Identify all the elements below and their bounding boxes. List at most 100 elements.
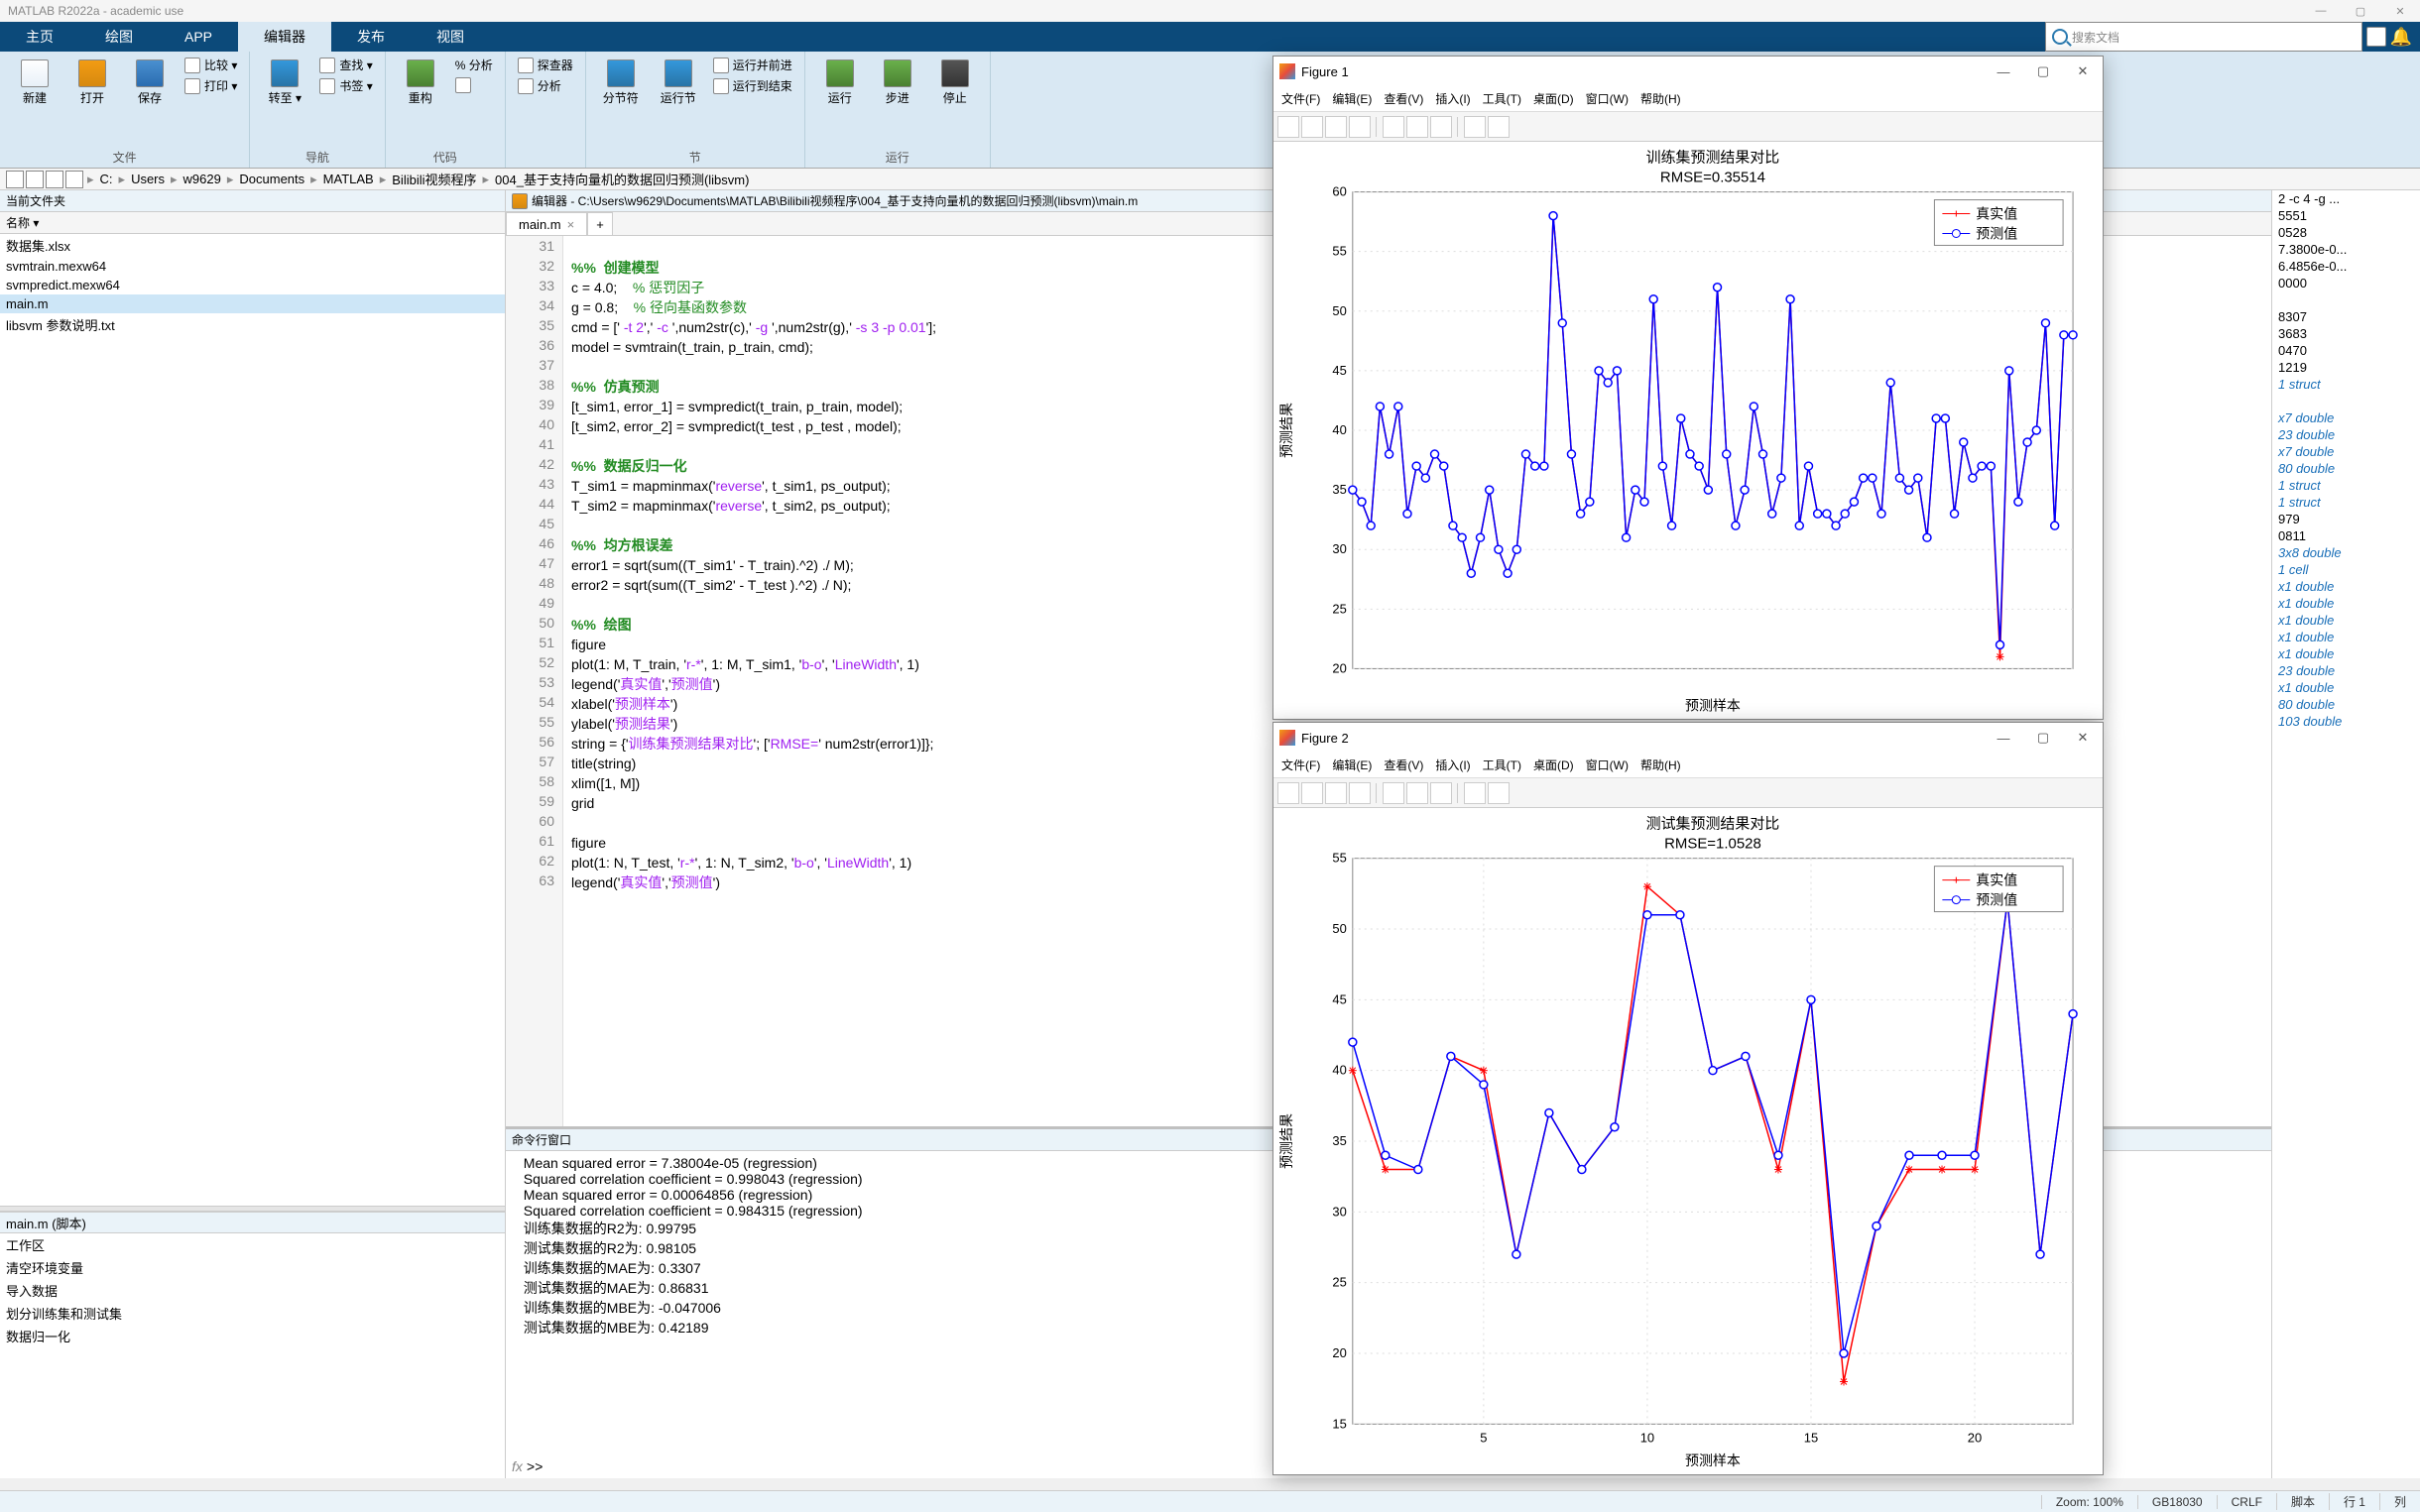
fig1-menu-file[interactable]: 文件(F)	[1281, 90, 1320, 107]
fig1-menu-view[interactable]: 查看(V)	[1384, 90, 1423, 107]
fig1-pointer-icon[interactable]	[1464, 116, 1486, 138]
fig1-close[interactable]: ✕	[2063, 57, 2103, 86]
fig1-menu-help[interactable]: 帮助(H)	[1640, 90, 1681, 107]
file-item-svmtrain[interactable]: svmtrain.mexw64	[0, 257, 505, 276]
fig1-edit-icon[interactable]	[1488, 116, 1510, 138]
ribbon-tab-view[interactable]: 视图	[411, 22, 490, 52]
fig1-menu-desktop[interactable]: 桌面(D)	[1533, 90, 1574, 107]
folder-icon[interactable]	[65, 171, 83, 188]
save-button[interactable]: 保存	[125, 56, 175, 110]
name-column-header[interactable]: 名称 ▾	[0, 212, 505, 234]
maximize-button[interactable]: ▢	[2341, 0, 2380, 22]
fig2-edit-icon[interactable]	[1488, 782, 1510, 804]
up-icon[interactable]	[46, 171, 63, 188]
search-input[interactable]: 搜索文档	[2045, 22, 2362, 52]
ribbon-tab-publish[interactable]: 发布	[331, 22, 411, 52]
fig1-save-icon[interactable]	[1325, 116, 1347, 138]
fig2-menu-tools[interactable]: 工具(T)	[1483, 756, 1521, 773]
fig1-menu-edit[interactable]: 编辑(E)	[1332, 90, 1372, 107]
fig2-open-icon[interactable]	[1301, 782, 1323, 804]
fig2-save-icon[interactable]	[1325, 782, 1347, 804]
user-icon[interactable]	[2366, 27, 2386, 47]
fig2-menu-window[interactable]: 窗口(W)	[1586, 756, 1629, 773]
fig1-axes[interactable]: 202530354045505560训练集预测结果对比RMSE=0.35514预…	[1273, 142, 2103, 719]
bookmark-button[interactable]: 书签 ▾	[317, 76, 374, 95]
run-to-end-button[interactable]: 运行到结束	[711, 76, 794, 95]
fig1-menu-tools[interactable]: 工具(T)	[1483, 90, 1521, 107]
fig1-colorbar-icon[interactable]	[1406, 116, 1428, 138]
section-item[interactable]: 划分训练集和测试集	[0, 1302, 505, 1325]
compare-button[interactable]: 比较 ▾	[182, 56, 239, 74]
goto-button[interactable]: 转至 ▾	[260, 56, 309, 110]
fig2-menu-edit[interactable]: 编辑(E)	[1332, 756, 1372, 773]
crumb[interactable]: 004_基于支持向量机的数据回归预测(libsvm)	[491, 170, 753, 188]
refactor-button[interactable]: 重构	[396, 56, 445, 110]
close-icon[interactable]: ×	[567, 217, 575, 232]
fig2-link-icon[interactable]	[1383, 782, 1404, 804]
step-button[interactable]: 步进	[873, 56, 922, 110]
status-zoom[interactable]: Zoom: 100%	[2041, 1495, 2137, 1509]
crumb[interactable]: MATLAB	[319, 172, 378, 186]
fig1-menu-window[interactable]: 窗口(W)	[1586, 90, 1629, 107]
fig1-minimize[interactable]: —	[1984, 57, 2023, 86]
fig2-menu-help[interactable]: 帮助(H)	[1640, 756, 1681, 773]
fx-button[interactable]	[453, 76, 495, 94]
fig2-minimize[interactable]: —	[1984, 723, 2023, 753]
fig2-axes[interactable]: 1520253035404550555101520测试集预测结果对比RMSE=1…	[1273, 808, 2103, 1474]
ribbon-tab-home[interactable]: 主页	[0, 22, 79, 52]
fig2-menu-insert[interactable]: 插入(I)	[1435, 756, 1470, 773]
new-button[interactable]: 新建	[10, 56, 60, 110]
fig2-legend-icon[interactable]	[1430, 782, 1452, 804]
file-item-txt[interactable]: libsvm 参数说明.txt	[0, 313, 505, 336]
fig1-maximize[interactable]: ▢	[2023, 57, 2063, 86]
file-item-svmpredict[interactable]: svmpredict.mexw64	[0, 276, 505, 294]
print-button[interactable]: 打印 ▾	[182, 76, 239, 95]
crumb[interactable]: Bilibili视频程序	[388, 170, 480, 188]
fig2-close[interactable]: ✕	[2063, 723, 2103, 753]
explorer-button[interactable]: 探查器	[516, 56, 575, 74]
stop-button[interactable]: 停止	[930, 56, 980, 110]
fig1-link-icon[interactable]	[1383, 116, 1404, 138]
figure-1-window[interactable]: Figure 1 —▢✕ 文件(F) 编辑(E) 查看(V) 插入(I) 工具(…	[1272, 56, 2104, 720]
close-button[interactable]: ✕	[2380, 0, 2420, 22]
fig1-print-icon[interactable]	[1349, 116, 1371, 138]
fig2-new-icon[interactable]	[1277, 782, 1299, 804]
ribbon-tab-editor[interactable]: 编辑器	[238, 22, 331, 52]
editor-tab-main[interactable]: main.m×	[506, 212, 587, 235]
fig2-pointer-icon[interactable]	[1464, 782, 1486, 804]
fig2-menu-desktop[interactable]: 桌面(D)	[1533, 756, 1574, 773]
file-item-main[interactable]: main.m	[0, 294, 505, 313]
minimize-button[interactable]: —	[2301, 0, 2341, 22]
section-break-button[interactable]: 分节符	[596, 56, 646, 110]
editor-tab-add[interactable]: +	[587, 212, 613, 235]
fig1-open-icon[interactable]	[1301, 116, 1323, 138]
run-section-button[interactable]: 运行节	[654, 56, 703, 110]
section-item[interactable]: 工作区	[0, 1233, 505, 1256]
file-item-xlsx[interactable]: 数据集.xlsx	[0, 234, 505, 257]
ribbon-tab-plot[interactable]: 绘图	[79, 22, 159, 52]
fig2-colorbar-icon[interactable]	[1406, 782, 1428, 804]
run-advance-button[interactable]: 运行并前进	[711, 56, 794, 74]
fig2-print-icon[interactable]	[1349, 782, 1371, 804]
crumb[interactable]: C:	[96, 172, 117, 186]
run-button[interactable]: 运行	[815, 56, 865, 110]
open-button[interactable]: 打开	[67, 56, 117, 110]
crumb[interactable]: Documents	[235, 172, 308, 186]
find-button[interactable]: 查找 ▾	[317, 56, 374, 74]
section-item[interactable]: 清空环境变量	[0, 1256, 505, 1279]
section-item[interactable]: 导入数据	[0, 1279, 505, 1302]
fig2-menu-file[interactable]: 文件(F)	[1281, 756, 1320, 773]
notification-icon[interactable]: 🔔	[2390, 27, 2412, 48]
fig1-new-icon[interactable]	[1277, 116, 1299, 138]
back-icon[interactable]	[6, 171, 24, 188]
fig1-legend-icon[interactable]	[1430, 116, 1452, 138]
fig2-maximize[interactable]: ▢	[2023, 723, 2063, 753]
figure-2-window[interactable]: Figure 2 —▢✕ 文件(F) 编辑(E) 查看(V) 插入(I) 工具(…	[1272, 722, 2104, 1475]
crumb[interactable]: w9629	[180, 172, 225, 186]
fig1-menu-insert[interactable]: 插入(I)	[1435, 90, 1470, 107]
forward-icon[interactable]	[26, 171, 44, 188]
fig2-menu-view[interactable]: 查看(V)	[1384, 756, 1423, 773]
section-item[interactable]: 数据归一化	[0, 1325, 505, 1347]
ribbon-tab-app[interactable]: APP	[159, 22, 238, 52]
analyze-code-button[interactable]: % 分析	[453, 56, 495, 74]
